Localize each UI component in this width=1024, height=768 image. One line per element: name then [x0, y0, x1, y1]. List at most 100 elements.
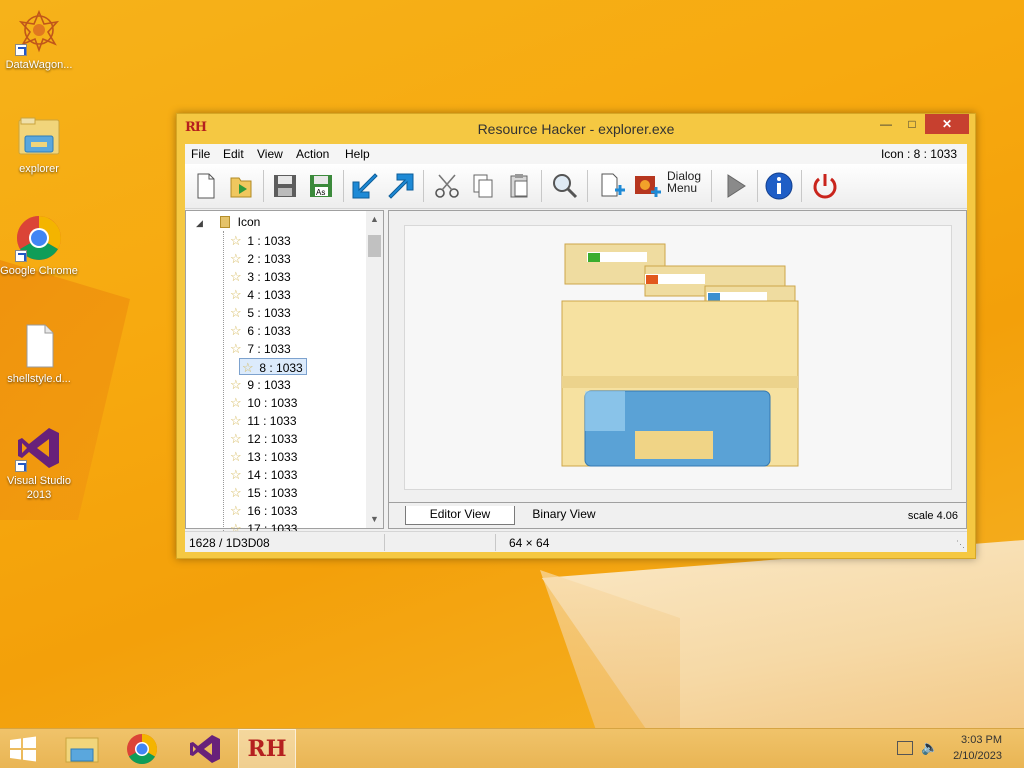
- tree-item[interactable]: ☆ 13 : 1033: [230, 448, 297, 465]
- tree-item-label: 15 : 1033: [247, 486, 298, 500]
- copy-button[interactable]: [467, 170, 499, 202]
- exit-button[interactable]: [809, 170, 841, 202]
- toolbar: As Dialog Menu: [185, 164, 967, 209]
- toolbar-separator: [587, 170, 588, 202]
- resource-tree[interactable]: ◢ Icon ☆ 1 : 1033 ☆ 2 : 1033 ☆ 3 : 1033 ☆ 4…: [185, 210, 384, 536]
- menu-file[interactable]: File: [191, 147, 210, 161]
- save-as-icon: As: [310, 175, 332, 197]
- import-resource-button[interactable]: [385, 170, 417, 202]
- tab-binary-view[interactable]: Binary View: [524, 506, 604, 525]
- tree-item[interactable]: ☆ 2 : 1033: [230, 250, 291, 267]
- tab-editor-view[interactable]: Editor View: [405, 506, 515, 525]
- desktop-icon-label: shellstyle.d...: [7, 373, 71, 385]
- dialog-menu-editor-button[interactable]: Dialog Menu: [667, 170, 707, 202]
- tree-node-icon-group[interactable]: ◢ Icon: [196, 215, 260, 231]
- shortcut-arrow-icon: [15, 250, 27, 262]
- taskbar: RH 🔈 3:03 PM 2/10/2023: [0, 728, 1024, 768]
- menu-action[interactable]: Action: [296, 147, 329, 161]
- taskbar-chrome[interactable]: [116, 729, 168, 768]
- close-button[interactable]: ✕: [925, 114, 969, 134]
- desktop-icon-explorer[interactable]: explorer: [0, 112, 78, 176]
- window-title: Resource Hacker - explorer.exe: [477, 121, 675, 137]
- tree-item[interactable]: ☆ 3 : 1033: [230, 268, 291, 285]
- start-button[interactable]: [0, 729, 46, 768]
- open-folder-icon: [230, 177, 252, 198]
- tree-item[interactable]: ☆ 5 : 1033: [230, 304, 291, 321]
- icon-resource-icon: ☆: [230, 395, 242, 410]
- arrow-up-right-icon: [388, 173, 414, 199]
- desktop-icon-chrome[interactable]: Google Chrome: [0, 214, 78, 278]
- window-titlebar[interactable]: RH Resource Hacker - explorer.exe — □ ✕: [177, 114, 975, 144]
- tree-item[interactable]: ☆ 6 : 1033: [230, 322, 291, 339]
- image-preview: [404, 225, 952, 490]
- tree-item[interactable]: ☆ 7 : 1033: [230, 340, 291, 357]
- tree-item-label: 12 : 1033: [247, 432, 298, 446]
- taskbar-visual-studio[interactable]: [178, 729, 230, 768]
- desktop-icon-shellstyle[interactable]: shellstyle.d...: [0, 322, 78, 386]
- tree-item[interactable]: ☆ 10 : 1033: [230, 394, 297, 411]
- minimize-button[interactable]: —: [877, 114, 895, 134]
- toolbar-separator: [711, 170, 712, 202]
- taskbar-resource-hacker[interactable]: RH: [238, 729, 296, 768]
- scrollbar-thumb[interactable]: [368, 235, 381, 257]
- tree-item-label: 4 : 1033: [247, 288, 291, 302]
- clock-time[interactable]: 3:03 PM: [961, 734, 1002, 746]
- editor-panel: Editor View Binary View scale 4.06: [388, 210, 967, 529]
- save-as-button[interactable]: As: [305, 170, 337, 202]
- tree-item[interactable]: ☆ 4 : 1033: [230, 286, 291, 303]
- datawagon-icon: [15, 8, 63, 56]
- add-blank-resource-button[interactable]: [595, 170, 627, 202]
- tree-item[interactable]: ☆ 11 : 1033: [230, 412, 297, 429]
- cut-button[interactable]: [431, 170, 463, 202]
- collapse-triangle-icon[interactable]: ◢: [196, 218, 203, 228]
- toolbar-separator: [343, 170, 344, 202]
- tree-item[interactable]: ☆ 16 : 1033: [230, 502, 297, 519]
- find-button[interactable]: [549, 170, 581, 202]
- toolbar-separator: [801, 170, 802, 202]
- clock-date[interactable]: 2/10/2023: [953, 750, 1002, 762]
- tree-item[interactable]: ☆ 1 : 1033: [230, 232, 291, 249]
- tree-item[interactable]: ☆ 9 : 1033: [230, 376, 291, 393]
- volume-icon[interactable]: 🔈: [921, 739, 938, 756]
- desktop-icon-datawagon[interactable]: DataWagon...: [0, 8, 78, 72]
- tree-item[interactable]: ☆ 14 : 1033: [230, 466, 297, 483]
- network-icon[interactable]: [897, 741, 913, 755]
- new-file-button[interactable]: [189, 170, 221, 202]
- magnifier-icon: [553, 174, 578, 199]
- tree-item[interactable]: ☆ 12 : 1033: [230, 430, 297, 447]
- scroll-up-arrow-icon[interactable]: ▲: [366, 211, 383, 228]
- icon-resource-icon: ☆: [230, 305, 242, 320]
- about-button[interactable]: [763, 170, 795, 202]
- desktop-icon-label: Visual Studio 2013: [6, 475, 71, 501]
- tree-scrollbar[interactable]: ▲ ▼: [366, 211, 383, 528]
- resize-grip-icon[interactable]: ⋱: [956, 539, 965, 550]
- maximize-button[interactable]: □: [901, 114, 923, 134]
- desktop-icon-label: DataWagon...: [5, 59, 73, 71]
- desktop-icon-label: Google Chrome: [0, 265, 78, 277]
- menu-help[interactable]: Help: [345, 147, 370, 161]
- resource-hacker-window: RH Resource Hacker - explorer.exe — □ ✕ …: [176, 113, 976, 559]
- tree-item[interactable]: ☆ 15 : 1033: [230, 484, 297, 501]
- open-file-button[interactable]: [225, 170, 257, 202]
- compile-script-button[interactable]: [349, 170, 381, 202]
- desktop-icon-visual-studio[interactable]: Visual Studio 2013: [0, 424, 78, 502]
- add-image-resource-button[interactable]: [631, 170, 663, 202]
- desktop-icon-label: explorer: [19, 163, 59, 175]
- windows-logo-icon: [10, 736, 36, 762]
- tree-item-label: 16 : 1033: [247, 504, 298, 518]
- info-icon: [765, 172, 793, 200]
- run-script-button[interactable]: [719, 170, 751, 202]
- folder-icon: [220, 216, 231, 228]
- shortcut-arrow-icon: [15, 460, 27, 472]
- tree-item-label: 6 : 1033: [247, 324, 291, 338]
- save-button[interactable]: [269, 170, 301, 202]
- scroll-down-arrow-icon[interactable]: ▼: [366, 511, 383, 528]
- file-icon: [15, 322, 63, 370]
- visual-studio-icon: [15, 424, 63, 472]
- taskbar-file-explorer[interactable]: [56, 729, 108, 768]
- menu-edit[interactable]: Edit: [223, 147, 244, 161]
- paste-button[interactable]: [503, 170, 535, 202]
- svg-text:As: As: [316, 188, 325, 197]
- tree-item[interactable]: ☆ 8 : 1033: [239, 358, 307, 375]
- menu-view[interactable]: View: [257, 147, 283, 161]
